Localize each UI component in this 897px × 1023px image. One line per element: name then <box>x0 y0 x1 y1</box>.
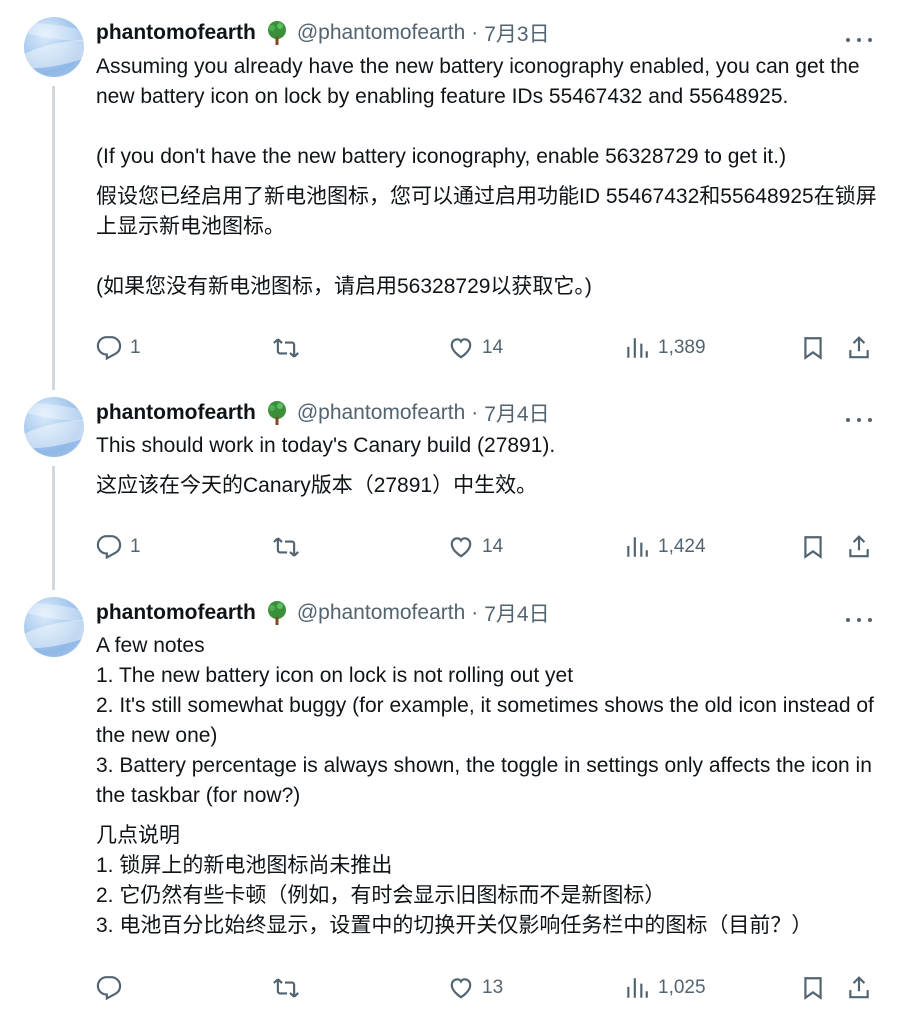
separator: · <box>471 21 479 44</box>
more-dots-icon[interactable] <box>846 414 872 426</box>
bookmark-icon <box>800 534 826 560</box>
tweet[interactable]: phantomofearth @phantomofearth · 7月4日 Th… <box>0 397 897 577</box>
views-bar-chart-icon <box>624 335 650 361</box>
separator: · <box>471 601 479 624</box>
display-name[interactable]: phantomofearth <box>96 601 256 625</box>
tweet-paragraph: This should work in today's Canary build… <box>96 434 556 457</box>
views-button[interactable]: 1,389 <box>624 333 706 363</box>
like-count: 14 <box>482 536 504 557</box>
handle[interactable]: @phantomofearth <box>297 601 465 625</box>
tree-emoji-icon <box>267 21 286 45</box>
tweet-paragraph: (If you don't have the new battery icono… <box>96 145 787 168</box>
bookmark-button[interactable] <box>800 973 826 1003</box>
handle[interactable]: @phantomofearth <box>297 401 465 425</box>
avatar[interactable] <box>24 17 84 77</box>
like-button[interactable]: 13 <box>448 973 503 1003</box>
bookmark-button[interactable] <box>800 532 826 562</box>
bookmark-icon <box>800 335 826 361</box>
repost-icon <box>273 335 299 361</box>
repost-icon <box>273 975 299 1001</box>
heart-icon <box>448 975 474 1001</box>
heart-icon <box>448 534 474 560</box>
tweet-text: Assuming you already have the new batter… <box>96 52 886 302</box>
like-count: 14 <box>482 337 504 358</box>
reply-button[interactable]: 1 <box>96 532 141 562</box>
view-count: 1,025 <box>658 977 706 998</box>
timestamp[interactable]: 7月4日 <box>484 598 549 628</box>
repost-button[interactable] <box>273 973 299 1003</box>
share-icon <box>846 975 872 1001</box>
tweet[interactable]: phantomofearth @phantomofearth · 7月4日 A … <box>0 597 897 1017</box>
share-icon <box>846 534 872 560</box>
reply-icon <box>96 975 122 1001</box>
view-count: 1,389 <box>658 337 706 358</box>
handle[interactable]: @phantomofearth <box>297 21 465 45</box>
repost-icon <box>273 534 299 560</box>
reply-icon <box>96 534 122 560</box>
repost-button[interactable] <box>273 333 299 363</box>
heart-icon <box>448 335 474 361</box>
view-count: 1,424 <box>658 536 706 557</box>
tweet-paragraph: Assuming you already have the new batter… <box>96 55 860 108</box>
views-bar-chart-icon <box>624 534 650 560</box>
tweet-header: phantomofearth @phantomofearth · 7月4日 <box>96 599 550 627</box>
bookmark-icon <box>800 975 826 1001</box>
tweet-text: A few notes 1. The new battery icon on l… <box>96 631 886 941</box>
reply-button[interactable]: 1 <box>96 333 141 363</box>
more-dots-icon[interactable] <box>846 614 872 626</box>
share-button[interactable] <box>846 333 872 363</box>
action-bar: 13 1,025 <box>96 973 878 1003</box>
share-button[interactable] <box>846 973 872 1003</box>
tweet[interactable]: phantomofearth @phantomofearth · 7月3日 As… <box>0 17 897 387</box>
avatar[interactable] <box>24 397 84 457</box>
tweet-header: phantomofearth @phantomofearth · 7月3日 <box>96 19 550 47</box>
tweet-paragraph: 几点说明 1. 锁屏上的新电池图标尚未推出 2. 它仍然有些卡顿（例如，有时会显… <box>96 824 813 937</box>
tweet-paragraph: (如果您没有新电池图标，请启用56328729以获取它。) <box>96 275 592 298</box>
action-bar: 1 14 1,389 <box>96 333 878 363</box>
reply-count: 1 <box>130 337 141 358</box>
tweet-text: This should work in today's Canary build… <box>96 431 886 501</box>
tweet-paragraph: A few notes 1. The new battery icon on l… <box>96 634 874 807</box>
share-icon <box>846 335 872 361</box>
tweet-paragraph: 这应该在今天的Canary版本（27891）中生效。 <box>96 474 538 497</box>
timestamp[interactable]: 7月3日 <box>484 18 549 48</box>
action-bar: 1 14 1,424 <box>96 532 878 562</box>
avatar[interactable] <box>24 597 84 657</box>
like-button[interactable]: 14 <box>448 532 503 562</box>
more-dots-icon[interactable] <box>846 34 872 46</box>
like-button[interactable]: 14 <box>448 333 503 363</box>
reply-button[interactable] <box>96 973 130 1003</box>
share-button[interactable] <box>846 532 872 562</box>
separator: · <box>471 401 479 424</box>
like-count: 13 <box>482 977 504 998</box>
tweet-paragraph: 假设您已经启用了新电池图标，您可以通过启用功能ID 55467432和55648… <box>96 185 877 238</box>
tweet-header: phantomofearth @phantomofearth · 7月4日 <box>96 399 550 427</box>
views-bar-chart-icon <box>624 975 650 1001</box>
display-name[interactable]: phantomofearth <box>96 401 256 425</box>
reply-count: 1 <box>130 536 141 557</box>
tree-emoji-icon <box>267 601 286 625</box>
repost-button[interactable] <box>273 532 299 562</box>
reply-icon <box>96 335 122 361</box>
display-name[interactable]: phantomofearth <box>96 21 256 45</box>
bookmark-button[interactable] <box>800 333 826 363</box>
views-button[interactable]: 1,424 <box>624 532 706 562</box>
timestamp[interactable]: 7月4日 <box>484 398 549 428</box>
tree-emoji-icon <box>267 401 286 425</box>
views-button[interactable]: 1,025 <box>624 973 706 1003</box>
